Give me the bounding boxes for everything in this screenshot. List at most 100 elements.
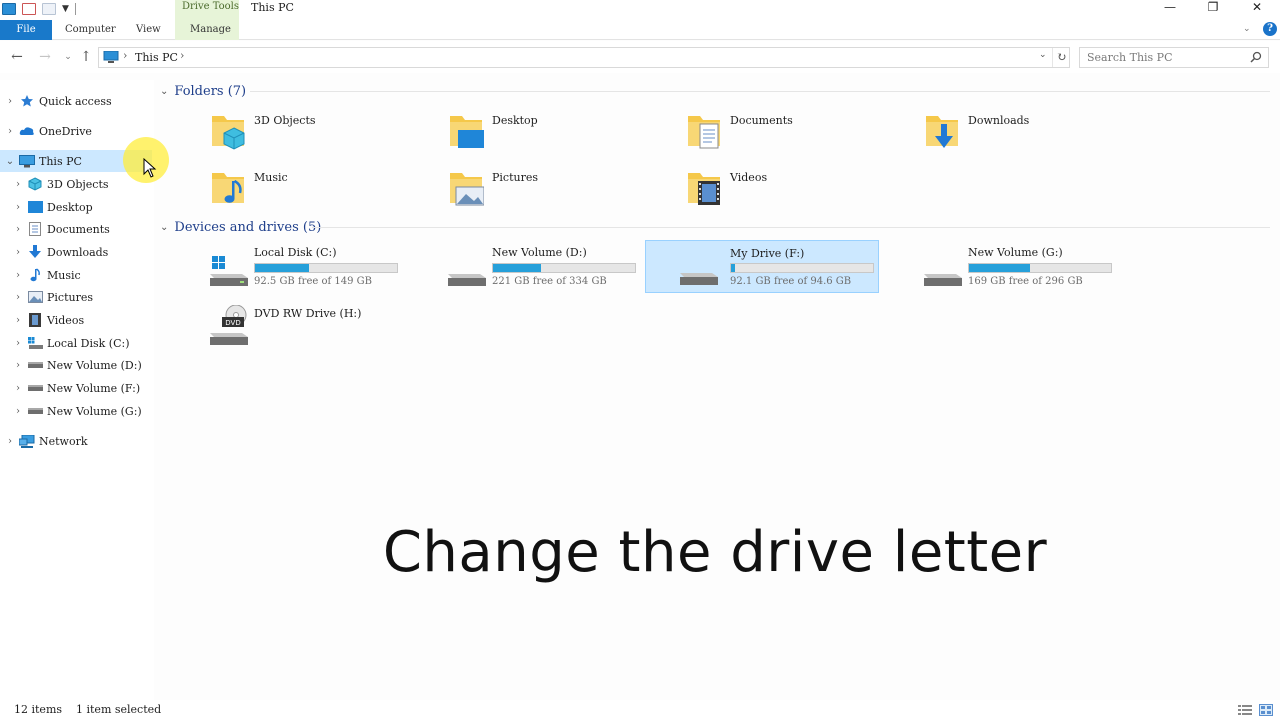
pc-icon[interactable]	[2, 3, 16, 15]
chevron-right-icon[interactable]: ›	[12, 270, 24, 281]
toolbar-divider	[74, 3, 76, 15]
recent-locations-button[interactable]: ⌄	[59, 49, 77, 65]
folder-3d-objects[interactable]: 3D Objects	[210, 110, 440, 158]
sidebar-item-quick-access[interactable]: › Quick access	[4, 90, 154, 112]
tab-manage[interactable]: Manage	[178, 20, 243, 40]
drive-local-disk-c[interactable]: Local Disk (C:) 92.5 GB free of 149 GB	[200, 242, 432, 294]
chevron-down-icon[interactable]: ⌄	[160, 222, 168, 233]
forward-button[interactable]: →	[36, 49, 54, 65]
folder-label: Videos	[730, 171, 768, 184]
drive-usage-bar	[968, 263, 1112, 273]
desktop-folder-icon	[450, 116, 484, 148]
breadcrumb-chevron-icon[interactable]: ›	[123, 49, 127, 62]
drive-icon	[924, 274, 962, 286]
drive-new-volume-d[interactable]: New Volume (D:) 221 GB free of 334 GB	[438, 242, 670, 294]
drive-dvd-rw-h[interactable]: DVD DVD RW Drive (H:)	[200, 303, 432, 355]
video-icon	[27, 313, 43, 327]
chevron-right-icon[interactable]: ›	[12, 383, 24, 394]
folder-pictures[interactable]: Pictures	[448, 167, 678, 215]
sidebar-item-onedrive[interactable]: › OneDrive	[4, 120, 154, 142]
address-bar[interactable]: › This PC › ⌄ ↻	[98, 47, 1070, 68]
chevron-right-icon[interactable]: ›	[12, 315, 24, 326]
chevron-right-icon[interactable]: ›	[12, 292, 24, 303]
customize-toolbar-icon[interactable]: ▼	[62, 4, 69, 14]
breadcrumb-chevron-icon[interactable]: ›	[180, 49, 184, 62]
address-dropdown-icon[interactable]: ⌄	[1039, 50, 1047, 60]
chevron-right-icon[interactable]: ›	[12, 202, 24, 213]
folder-music[interactable]: Music	[210, 167, 440, 215]
drive-name: DVD RW Drive (H:)	[254, 307, 362, 320]
drive-free-space: 169 GB free of 296 GB	[968, 276, 1083, 287]
drive-usage-bar	[730, 263, 874, 273]
search-icon[interactable]	[1250, 51, 1262, 63]
sidebar-item-label: Pictures	[47, 290, 93, 304]
tab-computer[interactable]: Computer	[53, 20, 128, 40]
drive-my-drive-f[interactable]: My Drive (F:) 92.1 GB free of 94.6 GB	[645, 240, 879, 293]
sidebar-item-label: Desktop	[47, 200, 93, 214]
tab-view[interactable]: View	[124, 20, 173, 40]
drive-new-volume-g[interactable]: New Volume (G:) 169 GB free of 296 GB	[914, 242, 1146, 294]
chevron-right-icon[interactable]: ›	[12, 224, 24, 235]
minimize-button[interactable]: —	[1150, 0, 1190, 16]
breadcrumb[interactable]: This PC	[135, 51, 178, 64]
folder-documents[interactable]: Documents	[686, 110, 916, 158]
drive-tools-label: Drive Tools	[182, 1, 240, 12]
chevron-down-icon[interactable]: ⌄	[160, 86, 168, 97]
chevron-right-icon[interactable]: ›	[4, 96, 16, 107]
sidebar-item-pictures[interactable]: › Pictures	[12, 286, 152, 308]
dvd-drive-icon: DVD	[210, 305, 248, 345]
chevron-right-icon[interactable]: ›	[12, 338, 24, 349]
search-placeholder: Search This PC	[1087, 51, 1173, 64]
folder-downloads[interactable]: Downloads	[924, 110, 1154, 158]
tiles-view-icon[interactable]	[1259, 704, 1273, 716]
back-button[interactable]: ←	[8, 49, 26, 65]
sidebar-item-desktop[interactable]: › Desktop	[12, 196, 152, 218]
folders-group-header[interactable]: ⌄ Folders (7)	[160, 82, 246, 100]
search-input[interactable]: Search This PC	[1079, 47, 1269, 68]
details-view-icon[interactable]	[1238, 704, 1252, 716]
drives-group-header[interactable]: ⌄ Devices and drives (5)	[160, 218, 321, 236]
drive-usage-fill	[731, 264, 736, 272]
refresh-button[interactable]: ↻	[1052, 48, 1070, 67]
drive-icon	[27, 336, 43, 350]
chevron-right-icon[interactable]: ›	[4, 436, 16, 447]
title-bar: ▼ Drive Tools This PC File Computer View…	[0, 0, 1280, 40]
restore-button[interactable]: ❐	[1193, 0, 1233, 16]
group-divider	[312, 227, 1270, 228]
drive-free-space: 92.5 GB free of 149 GB	[254, 276, 372, 287]
sidebar-item-videos[interactable]: › Videos	[12, 309, 152, 331]
chevron-right-icon[interactable]: ›	[12, 247, 24, 258]
expand-ribbon-icon[interactable]: ⌄	[1243, 24, 1251, 34]
status-bar: 12 items 1 item selected	[0, 700, 1280, 720]
mouse-pointer-icon	[143, 158, 157, 178]
folder-desktop[interactable]: Desktop	[448, 110, 678, 158]
desktop-icon	[27, 200, 43, 214]
chevron-right-icon[interactable]: ›	[12, 179, 24, 190]
sidebar-item-local-disk-c[interactable]: › Local Disk (C:)	[12, 332, 152, 354]
sidebar-item-new-volume-d[interactable]: › New Volume (D:)	[12, 354, 152, 376]
chevron-right-icon[interactable]: ›	[12, 360, 24, 371]
chevron-right-icon[interactable]: ›	[4, 126, 16, 137]
sidebar-item-new-volume-f[interactable]: › New Volume (F:)	[12, 377, 152, 399]
chevron-down-icon[interactable]: ⌄	[4, 156, 16, 167]
sidebar-item-new-volume-g[interactable]: › New Volume (G:)	[12, 400, 152, 422]
sidebar-item-label: Quick access	[39, 94, 112, 108]
chevron-right-icon[interactable]: ›	[12, 406, 24, 417]
folder-label: 3D Objects	[254, 114, 316, 127]
close-button[interactable]: ✕	[1237, 0, 1277, 16]
sidebar-item-music[interactable]: › Music	[12, 264, 152, 286]
sidebar-item-label: Network	[39, 434, 88, 448]
new-folder-icon[interactable]	[42, 3, 56, 15]
sidebar-item-downloads[interactable]: › Downloads	[12, 241, 152, 263]
sidebar-item-documents[interactable]: › Documents	[12, 218, 152, 240]
tab-file[interactable]: File	[0, 20, 52, 40]
drive-name: New Volume (G:)	[968, 246, 1063, 259]
music-icon	[27, 268, 43, 282]
drives-header-label: Devices and drives (5)	[174, 219, 322, 235]
help-icon[interactable]: ?	[1263, 22, 1277, 36]
properties-icon[interactable]	[22, 3, 36, 15]
sidebar-item-network[interactable]: › Network	[4, 430, 154, 452]
folder-videos[interactable]: Videos	[686, 167, 916, 215]
up-button[interactable]: ↑	[77, 49, 95, 65]
folder-label: Music	[254, 171, 288, 184]
